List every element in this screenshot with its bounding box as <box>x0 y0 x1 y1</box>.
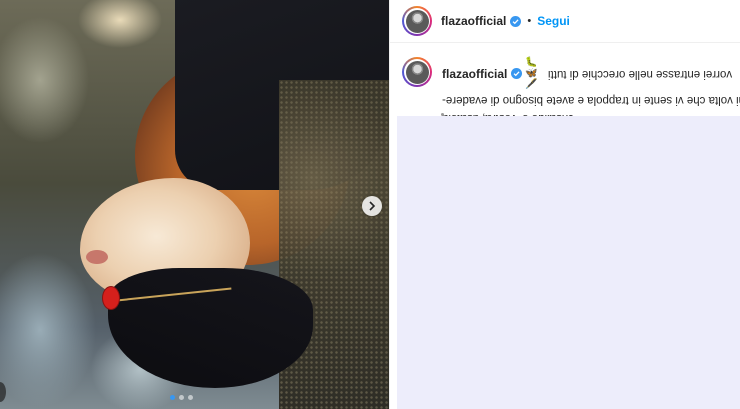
separator-bullet: • <box>527 15 532 27</box>
caption-username-link[interactable]: flazaofficial <box>442 67 507 81</box>
verified-badge-icon <box>510 15 522 27</box>
post-header: flazaofficial • Segui <box>390 0 740 43</box>
photo-red-bead <box>103 287 119 309</box>
caption-text-line-2: ogni volta che vi sente in trappola e av… <box>442 94 740 106</box>
photo-face-mask <box>108 268 313 388</box>
carousel-dot <box>170 395 175 400</box>
username-link[interactable]: flazaofficial <box>441 14 506 28</box>
previous-media-button[interactable] <box>0 382 6 402</box>
next-media-button[interactable] <box>362 196 382 216</box>
caption-text-line-1: vorrei entrasse nelle orecchie di tutti <box>547 67 732 80</box>
carousel-dot <box>188 395 193 400</box>
photo-lips <box>86 250 108 264</box>
follow-button[interactable]: Segui <box>537 14 570 28</box>
comments-area <box>397 116 740 409</box>
caption-emojis: 🐛🦋🖋️ <box>525 57 539 90</box>
avatar[interactable] <box>402 57 432 87</box>
chevron-right-icon <box>369 201 376 211</box>
avatar[interactable] <box>402 6 432 36</box>
post-photo[interactable] <box>0 0 389 409</box>
carousel-indicator <box>170 395 193 400</box>
verified-badge-icon <box>511 68 523 79</box>
carousel-dot <box>179 395 184 400</box>
